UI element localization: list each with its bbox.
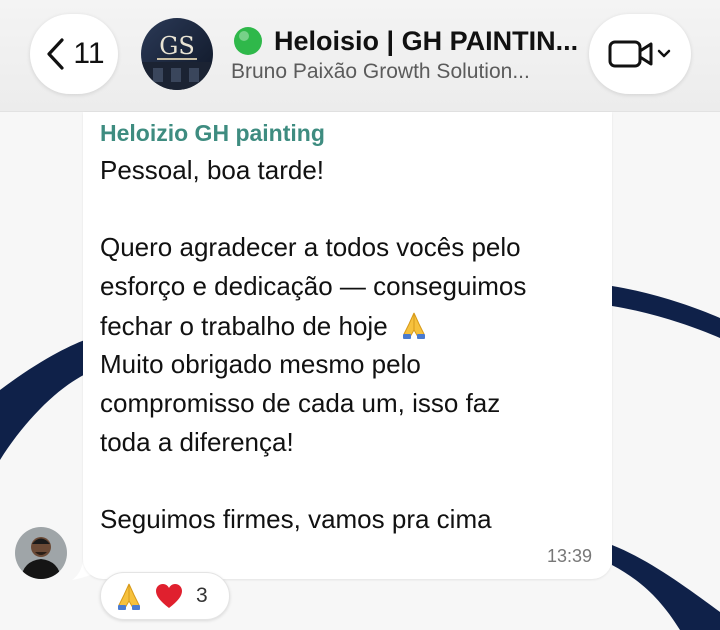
message-line: Seguimos firmes, vamos pra cima <box>100 504 492 534</box>
reaction-count: 3 <box>196 584 208 607</box>
chat-subtitle: Bruno Paixão Growth Solution... <box>231 60 530 83</box>
unread-count: 11 <box>73 37 105 70</box>
reactions-pill[interactable]: 3 <box>100 572 230 620</box>
back-button[interactable]: 11 <box>30 14 118 94</box>
online-status-icon <box>234 27 262 55</box>
message-line: Quero agradecer a todos vocês pelo <box>100 232 521 262</box>
chevron-left-icon <box>47 38 65 70</box>
svg-text:GS: GS <box>159 32 195 60</box>
message-line: compromisso de cada um, isso faz <box>100 388 501 418</box>
folded-hands-icon <box>118 583 140 610</box>
message-line-with-emoji: fechar o trabalho de hoje <box>100 310 429 342</box>
message-line: Muito obrigado mesmo pelo <box>100 349 421 379</box>
message-line: fechar o trabalho de hoje <box>100 311 388 341</box>
avatar-photo-icon <box>15 527 67 579</box>
folded-hands-icon <box>402 312 425 339</box>
message-line: esforço e dedicação — conseguimos <box>100 271 527 301</box>
group-logo-icon: GS <box>141 18 213 90</box>
video-call-button[interactable] <box>589 14 691 94</box>
sender-avatar[interactable] <box>15 527 67 579</box>
message-line: toda a diferença! <box>100 427 294 457</box>
message-time: 13:39 <box>546 546 592 566</box>
red-heart-icon <box>156 584 182 608</box>
group-avatar[interactable]: GS <box>141 18 213 90</box>
video-camera-icon <box>608 40 671 68</box>
chat-title[interactable]: Heloisio | GH PAINTIN... <box>274 26 578 57</box>
message-line: Pessoal, boa tarde! <box>100 155 325 185</box>
chat-header: 11 GS Heloisio | GH PAINTIN... Bruno Pai… <box>0 0 720 112</box>
sender-name[interactable]: Heloizio GH painting <box>100 120 325 147</box>
message-bubble[interactable]: Heloizio GH painting Pessoal, boa tarde!… <box>83 112 612 579</box>
